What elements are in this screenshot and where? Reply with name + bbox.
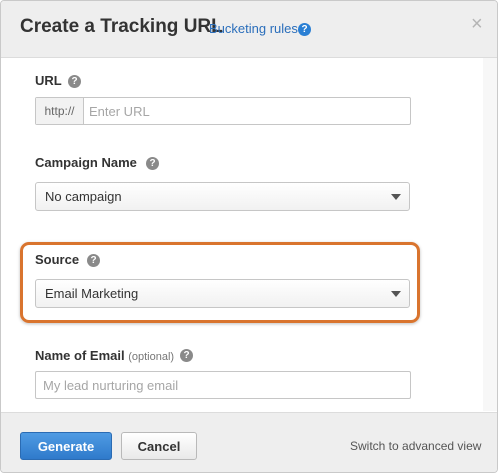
dialog-header: Create a Tracking URL Bucketing rules ? … — [1, 1, 497, 58]
cancel-button[interactable]: Cancel — [121, 432, 197, 460]
url-input[interactable] — [89, 98, 404, 124]
email-name-field — [35, 371, 411, 399]
url-field: http:// — [35, 97, 411, 125]
bucketing-help-icon[interactable]: ? — [298, 23, 311, 36]
url-prefix: http:// — [36, 98, 84, 124]
email-name-label-text: Name of Email — [35, 348, 125, 363]
close-icon[interactable]: × — [471, 14, 483, 34]
source-selected-value: Email Marketing — [45, 286, 139, 301]
url-help-icon[interactable]: ? — [68, 75, 81, 88]
chevron-down-icon — [391, 291, 401, 297]
campaign-label: Campaign Name — [35, 155, 137, 170]
dialog-title: Create a Tracking URL — [20, 16, 223, 37]
campaign-selected-value: No campaign — [45, 189, 122, 204]
email-name-help-icon[interactable]: ? — [180, 349, 193, 362]
email-name-input[interactable] — [43, 372, 403, 398]
source-label: Source — [35, 252, 80, 267]
url-label: URL — [35, 73, 62, 88]
campaign-help-icon[interactable]: ? — [146, 157, 159, 170]
campaign-select[interactable]: No campaign — [35, 182, 410, 211]
optional-note: (optional) — [128, 351, 175, 363]
email-name-label: Name of Email (optional) — [35, 348, 174, 363]
source-select[interactable]: Email Marketing — [35, 279, 410, 308]
scrollbar[interactable] — [483, 58, 497, 411]
chevron-down-icon — [391, 194, 401, 200]
advanced-view-link[interactable]: Switch to advanced view — [350, 439, 481, 453]
generate-button[interactable]: Generate — [20, 432, 112, 460]
bucketing-rules-link[interactable]: Bucketing rules — [209, 21, 298, 36]
tracking-url-dialog: Create a Tracking URL Bucketing rules ? … — [0, 0, 498, 473]
source-help-icon[interactable]: ? — [87, 254, 100, 267]
dialog-footer: Generate Cancel Switch to advanced view — [1, 412, 497, 472]
